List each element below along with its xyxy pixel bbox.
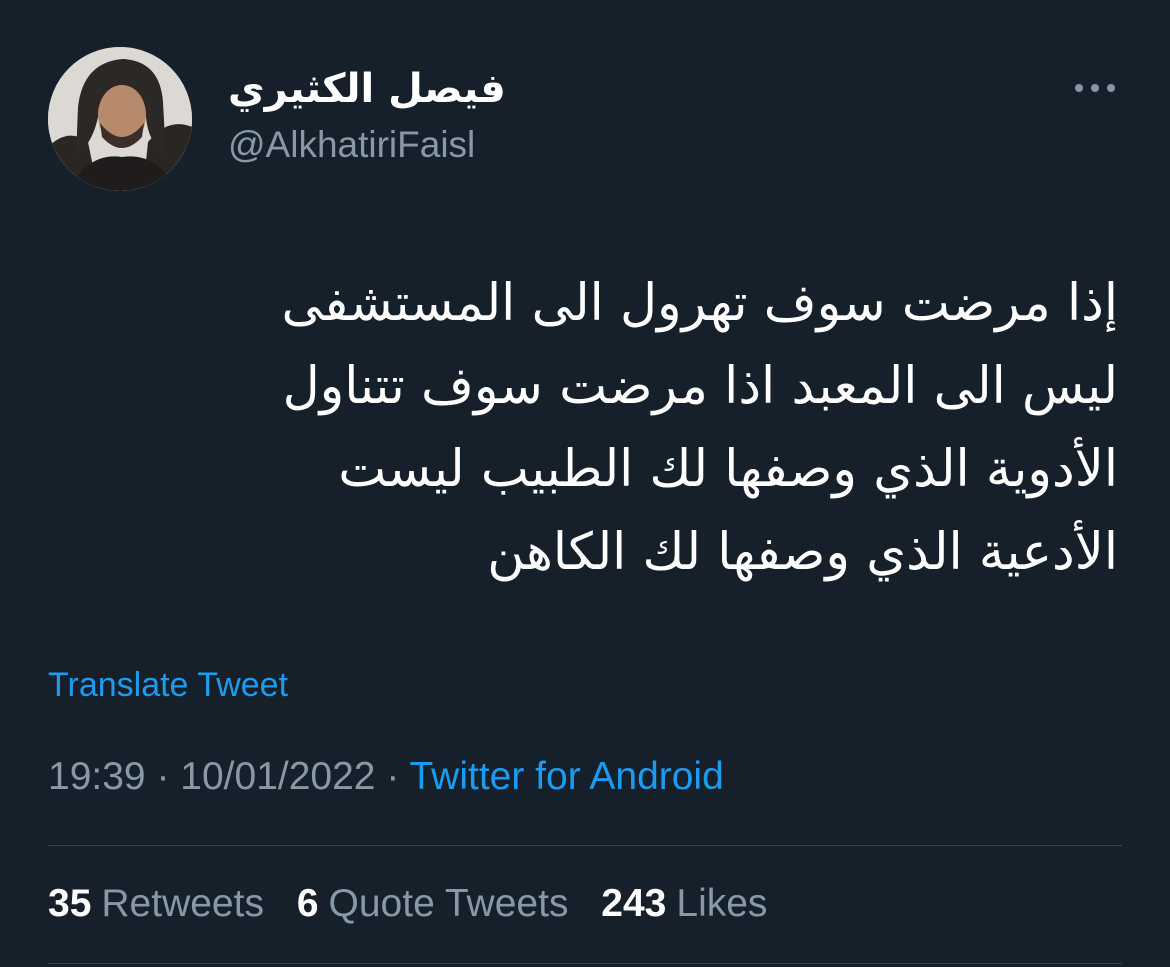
tweet-text-line: ليس الى المعبد اذا مرضت سوف تتناول xyxy=(282,357,1118,416)
tweet-date[interactable]: 10/01/2022 xyxy=(180,755,375,798)
tweet-time[interactable]: 19:39 xyxy=(48,755,146,798)
tweet-text-line: الأدعية الذي وصفها لك الكاهن xyxy=(487,523,1118,582)
avatar[interactable] xyxy=(48,47,192,191)
tweet-text-line: إذا مرضت سوف تهرول الى المستشفى xyxy=(281,274,1118,333)
divider xyxy=(48,963,1122,964)
retweets-count: 35 xyxy=(48,882,92,925)
tweet-stats: 35 Retweets 6 Quote Tweets 243 Likes xyxy=(48,882,789,926)
translate-tweet-link[interactable]: Translate Tweet xyxy=(48,666,288,705)
retweets-label: Retweets xyxy=(101,882,264,925)
tweet-meta: 19:39 · 10/01/2022 · Twitter for Android xyxy=(48,755,724,799)
likes-stat[interactable]: 243 Likes xyxy=(601,882,767,925)
meta-separator: · xyxy=(156,755,170,798)
user-handle[interactable]: @AlkhatiriFaisl xyxy=(228,122,475,168)
divider xyxy=(48,845,1122,846)
retweets-stat[interactable]: 35 Retweets xyxy=(48,882,264,925)
tweet-text-line: الأدوية الذي وصفها لك الطبيب ليست xyxy=(338,440,1118,499)
likes-label: Likes xyxy=(676,882,768,925)
likes-count: 243 xyxy=(601,882,667,925)
tweet-text: إذا مرضت سوف تهرول الى المستشفى ليس الى … xyxy=(58,262,1118,594)
quote-tweets-count: 6 xyxy=(296,882,319,925)
user-photo-icon xyxy=(48,47,192,191)
display-name[interactable]: فيصل الكثيري xyxy=(228,64,506,114)
quote-tweets-stat[interactable]: 6 Quote Tweets xyxy=(297,882,569,925)
quote-tweets-label: Quote Tweets xyxy=(328,882,569,925)
meta-separator: · xyxy=(386,755,400,798)
tweet-source-link[interactable]: Twitter for Android xyxy=(409,755,723,798)
more-horizontal-icon xyxy=(1075,84,1115,92)
more-options-button[interactable] xyxy=(1070,72,1120,102)
